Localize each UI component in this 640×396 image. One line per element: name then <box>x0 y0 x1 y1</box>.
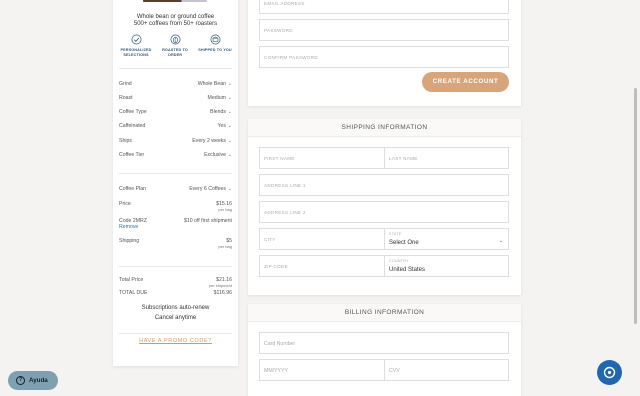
chevron-down-icon: ⌄ <box>227 95 232 101</box>
divider <box>119 68 232 69</box>
option-roast[interactable]: Roast Medium ⌄ <box>119 95 232 103</box>
chevron-down-icon: ⌄ <box>227 81 232 87</box>
promo-code-link[interactable]: HAVE A PROMO CODE? <box>113 338 238 344</box>
remove-code-link[interactable]: Remove <box>119 224 138 230</box>
chevron-down-icon: ⌄ <box>227 138 232 144</box>
zip-code-field[interactable]: ZIP CODE <box>259 255 385 277</box>
perk-shipped: SHIPPED TO YOU <box>195 34 235 53</box>
option-coffee-type[interactable]: Coffee Type Blends ⌄ <box>119 109 232 117</box>
perk-label: ORDER <box>167 53 183 57</box>
option-ships[interactable]: Ships Every 2 weeks ⌄ <box>119 138 232 146</box>
option-grind[interactable]: Grind Whole Bean ⌄ <box>119 81 232 89</box>
package-badge-icon <box>210 34 220 45</box>
perk-label: SHIPPED TO YOU <box>198 48 232 52</box>
tagline-grind: Whole bean or ground coffee <box>136 14 215 20</box>
total-price-row: Total Price $21.16 per shipment <box>119 277 232 288</box>
cancel-note: Cancel anytime <box>154 315 197 321</box>
chevron-down-icon: ⌄ <box>498 238 503 244</box>
chevron-down-icon: ⌄ <box>227 123 232 129</box>
perk-personalized: PERSONALIZED SELECTIONS <box>116 34 156 58</box>
password-field[interactable]: PASSWORD <box>259 19 509 41</box>
last-name-field[interactable]: LAST NAME <box>384 147 509 169</box>
chevron-down-icon: ⌄ <box>227 152 232 158</box>
auto-renew-note: Subscriptions auto-renew <box>141 305 210 311</box>
shipping-row: Shipping $5 per bag <box>119 238 232 249</box>
state-select[interactable]: STATE Select One ⌄ <box>384 228 509 250</box>
discount-code-row: Code 2MRZ $10 off first shipment Remove <box>119 218 232 230</box>
address-line-1-field[interactable]: ADDRESS LINE 1 <box>259 174 509 196</box>
first-name-field[interactable]: FIRST NAME <box>259 147 385 169</box>
total-due-row: TOTAL DUE $116.96 <box>119 290 232 296</box>
tagline-roasters: 500+ coffees from 50+ roasters <box>133 21 218 27</box>
divider <box>119 266 232 267</box>
city-field[interactable]: CITY <box>259 228 385 250</box>
help-button[interactable]: ? Ayuda <box>8 371 58 390</box>
country-field[interactable]: COUNTRY United States <box>384 255 509 277</box>
cvv-field[interactable]: CVV <box>384 359 509 381</box>
page-scrollbar[interactable] <box>634 88 637 324</box>
coffee-bean-badge-icon <box>170 34 180 45</box>
divider <box>119 173 232 174</box>
option-coffee-plan[interactable]: Coffee Plan Every 6 Coffees ⌄ <box>119 186 232 194</box>
expiry-field[interactable]: MM/YYYY <box>259 359 385 381</box>
chat-icon <box>603 366 616 379</box>
help-label: Ayuda <box>29 377 48 384</box>
perk-roasted: ROASTED TO ORDER <box>155 34 195 58</box>
price-row: Price $15.16 per bag <box>119 201 232 212</box>
card-number-field[interactable]: Card Number <box>259 332 509 354</box>
billing-section-title: BILLING INFORMATION <box>248 304 521 322</box>
address-line-2-field[interactable]: ADDRESS LINE 2 <box>259 201 509 223</box>
confirm-password-field[interactable]: CONFIRM PASSWORD <box>259 46 509 68</box>
option-caffeinated[interactable]: Caffeinated Yes ⌄ <box>119 123 232 131</box>
chat-launcher-button[interactable] <box>597 360 622 385</box>
email-field[interactable]: EMAIL ADDRESS <box>259 0 509 14</box>
perk-label: SELECTIONS <box>123 53 149 57</box>
chevron-down-icon: ⌄ <box>227 186 232 192</box>
checkmark-badge-icon <box>131 34 141 45</box>
order-summary-card: Whole bean or ground coffee 500+ coffees… <box>113 0 238 366</box>
chevron-down-icon: ⌄ <box>227 109 232 115</box>
help-icon: ? <box>16 376 25 385</box>
option-coffee-tier[interactable]: Coffee Tier Exclusive ⌄ <box>119 152 232 160</box>
divider <box>119 333 232 334</box>
product-image <box>143 0 207 2</box>
shipping-section-title: SHIPPING INFORMATION <box>248 119 521 137</box>
create-account-button[interactable]: CREATE ACCOUNT <box>422 72 509 92</box>
